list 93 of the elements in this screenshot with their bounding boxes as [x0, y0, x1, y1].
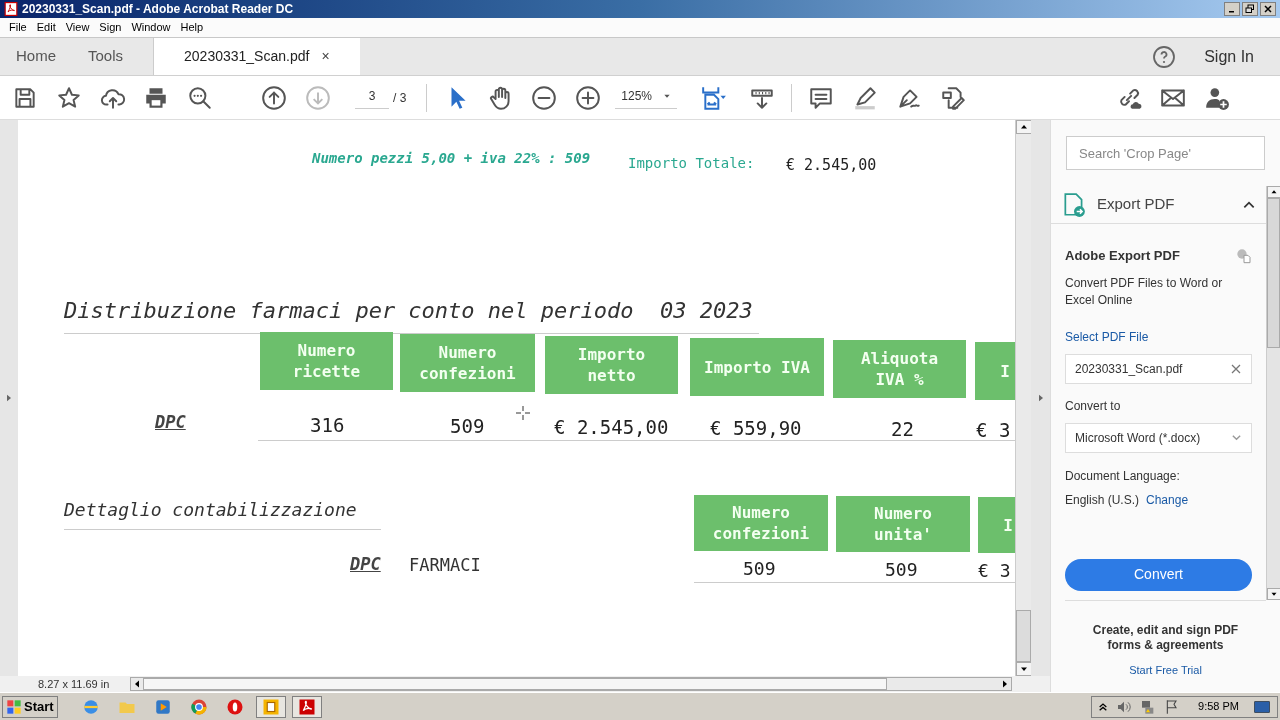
menu-item[interactable]: View: [60, 19, 95, 36]
clear-icon[interactable]: [1230, 362, 1242, 375]
menu-item[interactable]: Edit: [31, 19, 61, 36]
column-header: Numero ricette: [260, 332, 393, 390]
zoom-out-icon[interactable]: [531, 84, 558, 111]
table-cell-text: € 559,90: [710, 416, 802, 441]
pdf-icon[interactable]: [297, 697, 316, 716]
close-button[interactable]: [1260, 2, 1276, 16]
highlighter-icon[interactable]: [852, 84, 879, 111]
search-field[interactable]: Search 'Crop Page': [1066, 136, 1265, 170]
star-icon[interactable]: [56, 84, 82, 111]
column-header: I: [975, 342, 1015, 400]
zoom-in-icon[interactable]: [575, 84, 602, 111]
scrollbar-thumb[interactable]: [1016, 610, 1031, 662]
clock: 9:58 PM: [1198, 699, 1239, 715]
menu-item[interactable]: Window: [126, 19, 176, 36]
arrow-down-circle-icon: [305, 84, 331, 111]
tab[interactable]: 20230331_Scan.pdf ×: [153, 38, 360, 75]
close-tab-button[interactable]: ×: [321, 46, 330, 67]
column-header: Importo IVA: [690, 338, 824, 396]
restore-button[interactable]: [1242, 2, 1258, 16]
vertical-scrollbar[interactable]: [1015, 120, 1031, 676]
page-size-label: 8.27 x 11.69 in: [37, 676, 111, 692]
section-title: Dettaglio contabilizzazione: [64, 496, 381, 530]
convert-button[interactable]: Convert: [1065, 558, 1252, 591]
export-document-icon: [1061, 191, 1087, 218]
panel-description: Convert PDF Files to Word or Excel Online: [1065, 274, 1224, 309]
search-icon[interactable]: [187, 84, 213, 111]
table-cell-text: € 3: [976, 418, 1011, 443]
row-label: DPC: [350, 553, 381, 576]
export-pdf-header[interactable]: Export PDF: [1051, 186, 1266, 224]
pdf-icon: [4, 2, 18, 16]
convert-to-label: Convert to: [1065, 397, 1122, 415]
note-icon[interactable]: [261, 697, 280, 716]
minimize-button[interactable]: [1224, 2, 1240, 16]
crosshair-cursor-icon: [515, 405, 531, 421]
table-cell-text: 316: [310, 413, 345, 438]
document-language-label: Document Language:: [1065, 467, 1181, 485]
expand-left-panel-icon[interactable]: [5, 393, 13, 403]
page-number-field[interactable]: 3: [355, 86, 389, 109]
horizontal-scrollbar[interactable]: [130, 677, 1012, 691]
column-header: I: [978, 497, 1015, 553]
chevron-down-icon: [1231, 432, 1242, 443]
circle-icon[interactable]: [225, 697, 244, 716]
window-title: 20230331_Scan.pdf - Adobe Acrobat Reader DC: [22, 1, 295, 18]
chevron-up-icon[interactable]: [1098, 701, 1109, 712]
tab[interactable]: Home: [0, 38, 72, 75]
menu-item[interactable]: Help: [175, 19, 209, 36]
file-field[interactable]: 20230331_Scan.pdf: [1065, 353, 1252, 384]
column-header: Numero confezioni: [400, 334, 535, 392]
panel-title: Adobe Export PDF: [1065, 247, 1180, 265]
promo-text: Create, edit and sign PDF forms & agreements: [1091, 622, 1240, 653]
language-value: English (U.S.): [1065, 491, 1140, 509]
scrollbar-thumb[interactable]: [1267, 198, 1280, 348]
row-sublabel: FARMACI: [409, 554, 481, 577]
tab-label: Home: [16, 46, 56, 67]
scrollbar-thumb[interactable]: [143, 678, 887, 690]
media-player-icon[interactable]: [153, 697, 172, 716]
column-header: Numero confezioni: [694, 495, 828, 551]
zoom-dropdown[interactable]: 125%: [615, 86, 678, 109]
sign-in-link[interactable]: Sign In: [1204, 44, 1254, 69]
column-header: Importo netto: [545, 336, 678, 394]
total-amount: € 2.545,00: [786, 155, 877, 176]
edit-document-icon[interactable]: [940, 84, 967, 111]
table-cell-text: 509: [743, 557, 776, 581]
table-cell-text: € 2.545,00: [554, 415, 669, 440]
windows-logo-icon: [6, 698, 22, 715]
start-free-trial-link[interactable]: Start Free Trial: [1129, 661, 1202, 678]
format-dropdown[interactable]: Microsoft Word (*.docx): [1065, 422, 1252, 453]
table-cell-text: 509: [885, 558, 918, 582]
documents-icon: [1236, 247, 1252, 264]
help-icon[interactable]: [1152, 44, 1177, 69]
change-link[interactable]: Change: [1146, 490, 1189, 509]
table-cell-text: 22: [891, 417, 914, 442]
summary-text: Numero pezzi 5,00 + iva 22% : 509: [312, 149, 591, 168]
arrow-up-circle-icon[interactable]: [261, 84, 287, 111]
select-pdf-file-link[interactable]: Select PDF File: [1065, 327, 1252, 346]
panel-scrollbar[interactable]: [1266, 186, 1280, 600]
collapse-right-panel-icon[interactable]: [1036, 393, 1045, 403]
menu-item[interactable]: Sign: [94, 19, 127, 36]
table-cell-text: € 3: [978, 559, 1011, 583]
tab[interactable]: Tools: [72, 38, 140, 75]
tab-label: Tools: [88, 46, 124, 67]
column-header: Numero unita': [836, 496, 970, 552]
table-cell-text: 509: [450, 414, 485, 439]
page-total: / 3: [393, 89, 407, 107]
total-label: Importo Totale:: [628, 154, 755, 173]
tab-label: 20230331_Scan.pdf: [184, 47, 310, 66]
menu-item[interactable]: File: [4, 19, 32, 36]
column-header: Aliquota IVA %: [833, 340, 966, 398]
show-desktop-icon[interactable]: [1253, 698, 1271, 715]
row-label: DPC: [155, 411, 186, 434]
start-button[interactable]: Start: [2, 695, 58, 718]
